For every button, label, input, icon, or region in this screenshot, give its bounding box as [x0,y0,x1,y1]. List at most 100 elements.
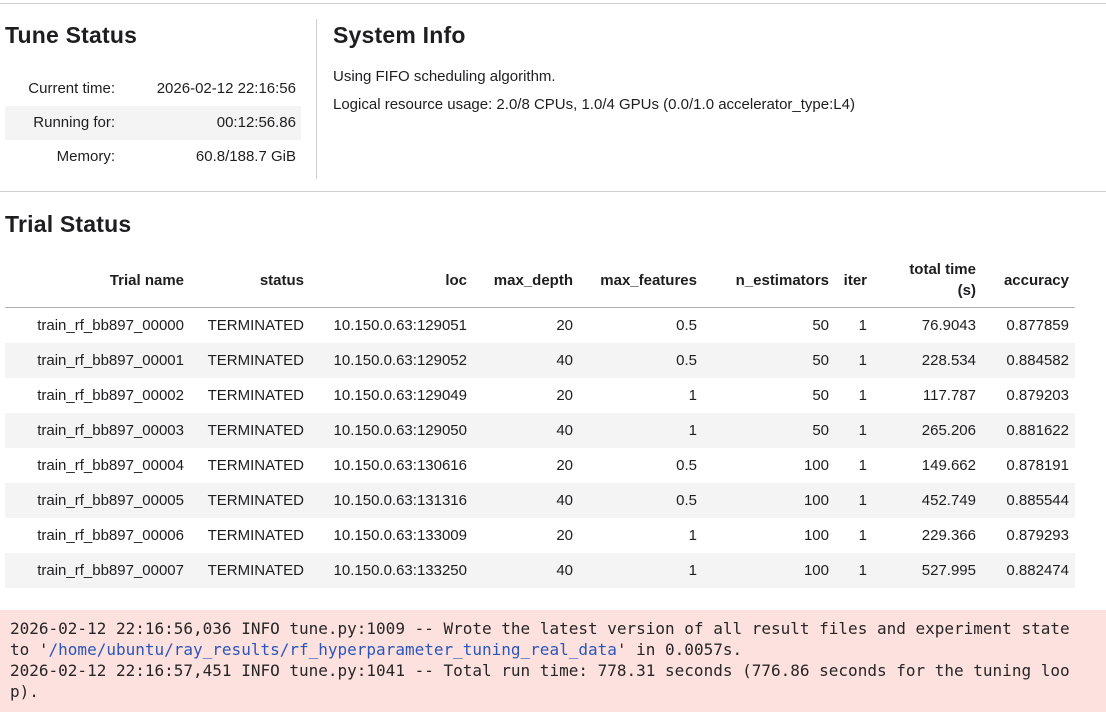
tune-status-panel: Tune Status Current time:2026-02-12 22:1… [5,4,301,174]
system-info-line-resources: Logical resource usage: 2.0/8 CPUs, 1.0/… [333,91,855,119]
trial-table-header-row: Trial namestatuslocmax_depthmax_features… [5,253,1075,308]
system-info-title: System Info [333,21,855,49]
table-cell: TERMINATED [190,378,310,413]
table-cell: 1 [579,553,703,588]
column-header: total time (s) [873,253,982,308]
table-cell: 0.882474 [982,553,1075,588]
table-row: train_rf_bb897_00006TERMINATED10.150.0.6… [5,518,1075,553]
table-cell: train_rf_bb897_00006 [5,518,190,553]
table-cell: 0.5 [579,483,703,518]
log-text: to ' [10,640,49,659]
table-cell: 10.150.0.63:131316 [310,483,473,518]
table-cell: 1 [835,518,873,553]
table-cell: 10.150.0.63:129052 [310,343,473,378]
table-cell: TERMINATED [190,308,310,343]
log-path-text: /home/ubuntu/ray_results/rf_hyperparamet… [49,640,617,659]
table-cell: TERMINATED [190,343,310,378]
table-cell: 20 [473,448,579,483]
table-cell: 1 [835,343,873,378]
table-cell: 228.534 [873,343,982,378]
table-cell: 10.150.0.63:129050 [310,413,473,448]
log-output: 2026-02-12 22:16:56,036 INFO tune.py:100… [0,610,1106,712]
table-cell: 100 [703,483,835,518]
column-header: max_depth [473,253,579,308]
table-cell: 1 [835,553,873,588]
table-cell: 20 [473,308,579,343]
column-header: accuracy [982,253,1075,308]
table-cell: train_rf_bb897_00007 [5,553,190,588]
table-cell: 76.9043 [873,308,982,343]
system-info-panel: System Info Using FIFO scheduling algori… [317,4,855,119]
ray-tune-output: Tune Status Current time:2026-02-12 22:1… [0,3,1106,712]
trial-status-title: Trial Status [5,210,1106,238]
table-cell: 1 [835,378,873,413]
system-info-line-scheduler: Using FIFO scheduling algorithm. [333,63,855,91]
table-cell: 100 [703,553,835,588]
table-cell: 1 [835,448,873,483]
table-cell: 0.881622 [982,413,1075,448]
log-line: 2026-02-12 22:16:57,451 INFO tune.py:104… [10,660,1096,681]
table-cell: 50 [703,413,835,448]
table-cell: 10.150.0.63:130616 [310,448,473,483]
table-cell: train_rf_bb897_00001 [5,343,190,378]
log-text: 2026-02-12 22:16:56,036 INFO tune.py:100… [10,619,1070,638]
log-line: 2026-02-12 22:16:56,036 INFO tune.py:100… [10,618,1096,639]
table-cell: 100 [703,448,835,483]
table-cell: 0.884582 [982,343,1075,378]
table-cell: 0.5 [579,448,703,483]
table-cell: train_rf_bb897_00002 [5,378,190,413]
table-cell: 149.662 [873,448,982,483]
table-cell: TERMINATED [190,518,310,553]
table-cell: 20 [473,518,579,553]
table-cell: 265.206 [873,413,982,448]
table-row: train_rf_bb897_00004TERMINATED10.150.0.6… [5,448,1075,483]
table-row: train_rf_bb897_00007TERMINATED10.150.0.6… [5,553,1075,588]
tune-status-table: Current time:2026-02-12 22:16:56Running … [5,72,301,174]
table-cell: train_rf_bb897_00005 [5,483,190,518]
log-text: 2026-02-12 22:16:57,451 INFO tune.py:104… [10,661,1070,680]
tune-status-row: Memory:60.8/188.7 GiB [5,140,301,174]
tune-status-row: Current time:2026-02-12 22:16:56 [5,72,301,106]
table-cell: 50 [703,378,835,413]
table-cell: 40 [473,413,579,448]
tune-status-label: Memory: [5,140,120,174]
tune-status-label: Current time: [5,72,120,106]
table-cell: 1 [835,413,873,448]
column-header: n_estimators [703,253,835,308]
table-cell: 100 [703,518,835,553]
table-cell: TERMINATED [190,413,310,448]
table-cell: 50 [703,308,835,343]
mid-divider [0,191,1106,192]
table-cell: 0.879203 [982,378,1075,413]
table-cell: 50 [703,343,835,378]
table-cell: 1 [579,378,703,413]
table-cell: 1 [579,413,703,448]
table-cell: 10.150.0.63:133250 [310,553,473,588]
table-cell: 40 [473,553,579,588]
column-header: loc [310,253,473,308]
table-cell: 527.995 [873,553,982,588]
table-cell: 10.150.0.63:129051 [310,308,473,343]
table-cell: 40 [473,483,579,518]
log-text: ' in 0.0057s. [617,640,742,659]
tune-status-value: 00:12:56.86 [120,106,301,140]
table-row: train_rf_bb897_00005TERMINATED10.150.0.6… [5,483,1075,518]
tune-status-label: Running for: [5,106,120,140]
top-section: Tune Status Current time:2026-02-12 22:1… [0,4,1106,179]
log-line: to '/home/ubuntu/ray_results/rf_hyperpar… [10,639,1096,660]
table-cell: 1 [835,483,873,518]
table-cell: TERMINATED [190,448,310,483]
table-cell: 1 [579,518,703,553]
table-cell: 229.366 [873,518,982,553]
column-header: iter [835,253,873,308]
tune-status-value: 60.8/188.7 GiB [120,140,301,174]
table-cell: 0.877859 [982,308,1075,343]
table-cell: 40 [473,343,579,378]
table-row: train_rf_bb897_00000TERMINATED10.150.0.6… [5,308,1075,343]
table-row: train_rf_bb897_00001TERMINATED10.150.0.6… [5,343,1075,378]
table-cell: 10.150.0.63:133009 [310,518,473,553]
table-cell: 20 [473,378,579,413]
column-header: status [190,253,310,308]
trial-status-table: Trial namestatuslocmax_depthmax_features… [5,253,1075,588]
table-cell: train_rf_bb897_00000 [5,308,190,343]
